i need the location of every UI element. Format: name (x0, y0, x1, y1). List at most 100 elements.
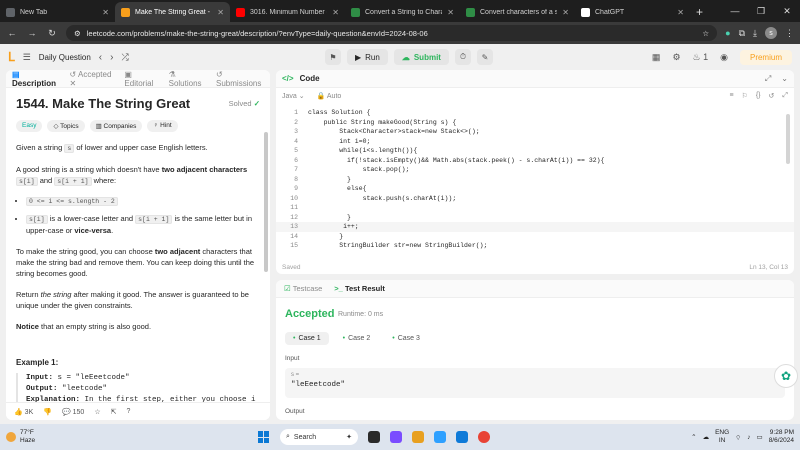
minimize-icon[interactable]: — (722, 6, 748, 16)
wifi-icon[interactable]: ⌔ (735, 433, 741, 442)
menu-icon[interactable]: ⋮ (785, 28, 794, 39)
scrollbar[interactable] (264, 132, 268, 272)
code-line[interactable]: 2 public String makeGood(String s) { (276, 118, 794, 128)
tab-accepted[interactable]: ↺ Accepted ✕ (70, 70, 115, 88)
next-problem-icon[interactable]: › (110, 52, 113, 63)
edge-icon[interactable] (434, 431, 446, 443)
shuffle-icon[interactable]: ⤮ (121, 52, 128, 63)
timer-icon[interactable]: ⏱ (454, 49, 471, 65)
reset-icon[interactable]: ↺ (769, 92, 775, 100)
tab-editorial[interactable]: ▣ Editorial (124, 70, 158, 88)
extension-icon[interactable]: ● (725, 28, 730, 38)
braces-icon[interactable]: {} (756, 92, 761, 100)
problem-title[interactable]: 1544. Make The String Great (16, 96, 190, 111)
streak-counter[interactable]: ♨ 1 (693, 52, 709, 63)
profile-avatar[interactable]: s (765, 27, 777, 39)
tab-close-icon[interactable]: ✕ (102, 8, 109, 17)
comments-button[interactable]: 💬 150 (62, 408, 84, 416)
forward-icon[interactable]: → (26, 28, 38, 38)
store-icon[interactable] (456, 431, 468, 443)
puzzle-icon[interactable]: ⧉ (739, 28, 745, 39)
task-view-icon[interactable] (368, 431, 380, 443)
reload-icon[interactable]: ↻ (46, 28, 58, 39)
close-icon[interactable]: ✕ (774, 6, 800, 17)
code-line[interactable]: 9 else{ (276, 184, 794, 194)
tab-close-icon[interactable]: ✕ (677, 8, 684, 17)
cloud-icon[interactable]: ☁ (703, 433, 710, 441)
back-icon[interactable]: ← (6, 28, 18, 38)
settings-icon[interactable]: ⚙ (672, 52, 680, 63)
chatgpt-extension-icon[interactable]: ✿ (774, 364, 798, 388)
tab-test-result[interactable]: >_ Test Result (334, 284, 385, 293)
topics-chip[interactable]: ◇ Topics (47, 120, 85, 132)
favorite-icon[interactable]: ☆ (94, 408, 100, 416)
taskbar-search[interactable]: ⌕ Search ✦ (280, 429, 358, 445)
clock[interactable]: 9:28 PM 8/6/2024 (769, 429, 794, 445)
new-tab-button[interactable]: + (690, 2, 709, 22)
expand-icon[interactable]: ⤢ (765, 74, 771, 84)
bookmark-icon[interactable]: ⚐ (742, 92, 748, 100)
companies-chip[interactable]: ▥ Companies (89, 120, 143, 132)
submit-button[interactable]: ☁ Submit (393, 49, 449, 65)
tab-solutions[interactable]: ⚗ Solutions (169, 70, 206, 88)
case-tab[interactable]: • Case 2 (335, 332, 379, 345)
tab-close-icon[interactable]: ✕ (447, 8, 454, 17)
share-icon[interactable]: ⇱ (111, 408, 117, 416)
browser-tab[interactable]: Convert a String to Charac ✕ (345, 2, 460, 22)
chrome-icon[interactable] (478, 431, 490, 443)
tab-close-icon[interactable]: ✕ (562, 8, 569, 17)
user-avatar[interactable]: ◉ (720, 52, 728, 63)
code-line[interactable]: 10 stack.push(s.charAt(i)); (276, 194, 794, 204)
weather-widget[interactable]: 77°F Haze (6, 429, 35, 445)
browser-tab[interactable]: ChatGPT ✕ (575, 2, 690, 22)
tab-submissions[interactable]: ↺ Submissions (216, 70, 264, 88)
file-explorer-icon[interactable] (412, 431, 424, 443)
site-info-icon[interactable]: ⚙ (74, 29, 81, 38)
tab-testcase[interactable]: ☑ Testcase (284, 284, 322, 293)
notes-icon[interactable]: ✎ (476, 49, 493, 65)
code-line[interactable]: 13 i++; (276, 222, 794, 232)
maximize-icon[interactable]: ❐ (748, 6, 774, 17)
star-icon[interactable]: ☆ (702, 29, 709, 38)
code-line[interactable]: 15 StringBuilder str=new StringBuilder()… (276, 241, 794, 251)
debug-icon[interactable]: ⚑ (325, 49, 341, 65)
leetcode-logo[interactable]: ᒪ (8, 50, 15, 64)
code-line[interactable]: 14 } (276, 232, 794, 242)
language-select[interactable]: Java ⌄ (282, 92, 305, 100)
auto-toggle[interactable]: 🔒 Auto (317, 92, 342, 100)
battery-icon[interactable]: ▭ (757, 433, 763, 441)
prev-problem-icon[interactable]: ‹ (99, 52, 102, 63)
browser-tab[interactable]: 3016. Minimum Number of P ✕ (230, 2, 345, 22)
language-indicator[interactable]: ENG IN (715, 429, 729, 445)
code-line[interactable]: 11 (276, 203, 794, 213)
browser-tab[interactable]: New Tab ✕ (0, 2, 115, 22)
code-line[interactable]: 8 } (276, 175, 794, 185)
downloads-icon[interactable]: ⤓ (753, 28, 757, 39)
windows-start-icon[interactable] (258, 431, 270, 443)
scrollbar[interactable] (786, 114, 790, 164)
dislike-icon[interactable]: 👎 (43, 408, 52, 416)
tab-description[interactable]: ▤ Description (12, 70, 60, 88)
tray-chevron-icon[interactable]: ⌃ (691, 433, 696, 441)
like-button[interactable]: 👍 3K (14, 408, 33, 416)
tab-close-icon[interactable]: ✕ (332, 8, 339, 17)
fullscreen-icon[interactable]: ⤢ (782, 92, 788, 100)
url-bar[interactable]: ⚙ leetcode.com/problems/make-the-string-… (66, 25, 718, 41)
code-line[interactable]: 1 class Solution { (276, 108, 794, 118)
collapse-icon[interactable]: ⌄ (781, 74, 788, 84)
daily-question-label[interactable]: Daily Question (39, 53, 91, 62)
tab-close-icon[interactable]: ✕ (217, 8, 224, 17)
run-button[interactable]: ▶ Run (347, 49, 388, 65)
premium-button[interactable]: Premium (739, 49, 792, 65)
code-editor[interactable]: 1 class Solution {2 public String makeGoo… (276, 108, 794, 256)
code-line[interactable]: 4 int i=0; (276, 137, 794, 147)
code-line[interactable]: 3 Stack<Character>stack=new Stack<>(); (276, 127, 794, 137)
volume-icon[interactable]: ♪ (747, 434, 750, 441)
app-icon[interactable] (390, 431, 402, 443)
browser-tab[interactable]: Convert characters of a str ✕ (460, 2, 575, 22)
code-line[interactable]: 7 stack.pop(); (276, 165, 794, 175)
browser-tab[interactable]: Make The String Great - Le ✕ (115, 2, 230, 22)
format-icon[interactable]: ≡ (729, 92, 733, 100)
code-line[interactable]: 5 while(i<s.length()){ (276, 146, 794, 156)
case-tab[interactable]: • Case 1 (285, 332, 329, 345)
